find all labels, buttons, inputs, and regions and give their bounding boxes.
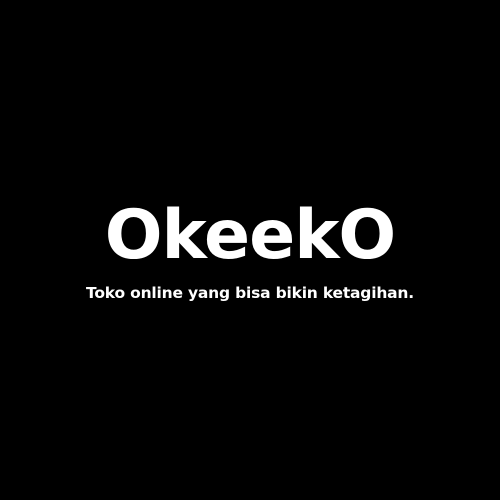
logo-canvas: OkeekO Toko online yang bisa bikin ketag…	[0, 0, 500, 500]
brand-tagline: Toko online yang bisa bikin ketagihan.	[86, 284, 414, 302]
brand-name: OkeekO	[104, 196, 396, 275]
